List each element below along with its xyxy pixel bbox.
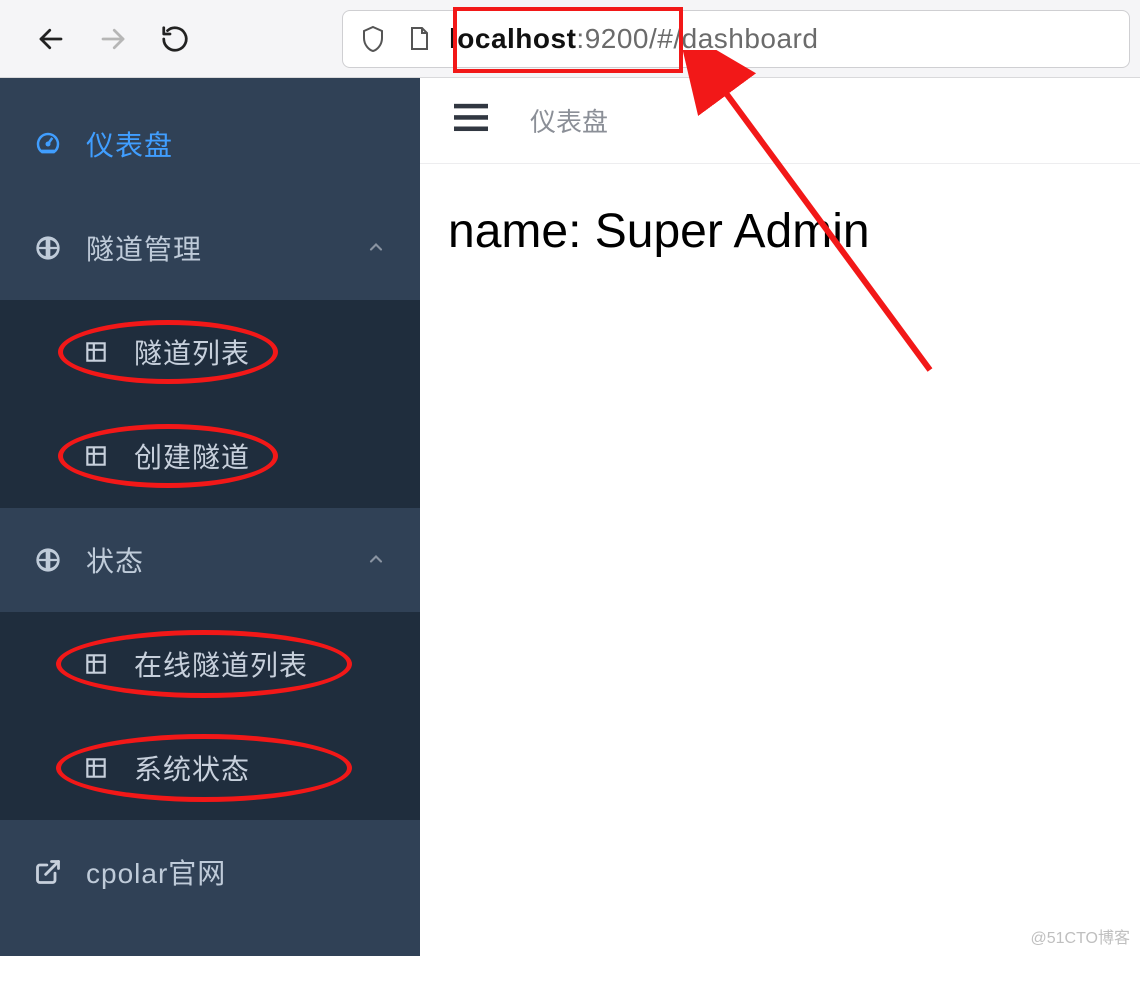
watermark: @51CTO博客 [1030, 924, 1130, 948]
reload-button[interactable] [158, 22, 192, 56]
sidebar-item-cpolar[interactable]: cpolar官网 [0, 820, 420, 924]
hamburger-icon [454, 103, 488, 133]
submenu-tunnel-mgmt: 隧道列表 创建隧道 [0, 300, 420, 508]
name-display: name: Super Admin [448, 204, 1112, 259]
table-icon [80, 336, 112, 368]
sidebar: 仪表盘 隧道管理 隧道列表 创建隧道 [0, 78, 420, 956]
sidebar-item-label: 在线隧道列表 [134, 644, 308, 684]
arrow-left-icon [36, 24, 66, 54]
crosshair-icon [32, 544, 64, 576]
browser-nav-buttons [34, 22, 192, 56]
table-icon [80, 752, 112, 784]
sidebar-item-label: 仪表盘 [86, 124, 173, 164]
table-icon [80, 648, 112, 680]
main-body: name: Super Admin [420, 164, 1140, 299]
sidebar-item-label: cpolar官网 [86, 852, 226, 892]
reload-icon [160, 24, 190, 54]
sidebar-item-dashboard[interactable]: 仪表盘 [0, 92, 420, 196]
sidebar-item-label: 创建隧道 [134, 436, 250, 476]
table-icon [80, 440, 112, 472]
sidebar-item-label: 隧道列表 [134, 332, 250, 372]
page-icon [403, 23, 435, 55]
crosshair-icon [32, 232, 64, 264]
app-container: 仪表盘 隧道管理 隧道列表 创建隧道 [0, 78, 1140, 956]
chevron-up-icon [366, 544, 386, 576]
sidebar-item-tunnel-list[interactable]: 隧道列表 [0, 300, 420, 404]
sidebar-item-online-tunnels[interactable]: 在线隧道列表 [0, 612, 420, 716]
sidebar-item-label: 隧道管理 [86, 228, 202, 268]
sidebar-item-status[interactable]: 状态 [0, 508, 420, 612]
url-path: :9200/#/dashboard [576, 23, 818, 54]
arrow-right-icon [98, 24, 128, 54]
chevron-up-icon [366, 232, 386, 264]
sidebar-item-label: 状态 [86, 540, 144, 580]
content-header: 仪表盘 [420, 78, 1140, 164]
url-text: localhost:9200/#/dashboard [449, 23, 818, 55]
breadcrumb: 仪表盘 [530, 102, 608, 139]
toggle-sidebar-button[interactable] [454, 103, 488, 138]
address-bar[interactable]: localhost:9200/#/dashboard [342, 10, 1130, 68]
dashboard-icon [32, 128, 64, 160]
forward-button[interactable] [96, 22, 130, 56]
url-host: localhost [449, 23, 576, 54]
sidebar-item-label: 系统状态 [134, 748, 250, 788]
browser-toolbar: localhost:9200/#/dashboard [0, 0, 1140, 78]
submenu-status: 在线隧道列表 系统状态 [0, 612, 420, 820]
content-area: 仪表盘 name: Super Admin [420, 78, 1140, 956]
shield-icon [357, 23, 389, 55]
external-link-icon [32, 856, 64, 888]
sidebar-item-create-tunnel[interactable]: 创建隧道 [0, 404, 420, 508]
sidebar-item-system-status[interactable]: 系统状态 [0, 716, 420, 820]
sidebar-item-tunnel-mgmt[interactable]: 隧道管理 [0, 196, 420, 300]
back-button[interactable] [34, 22, 68, 56]
